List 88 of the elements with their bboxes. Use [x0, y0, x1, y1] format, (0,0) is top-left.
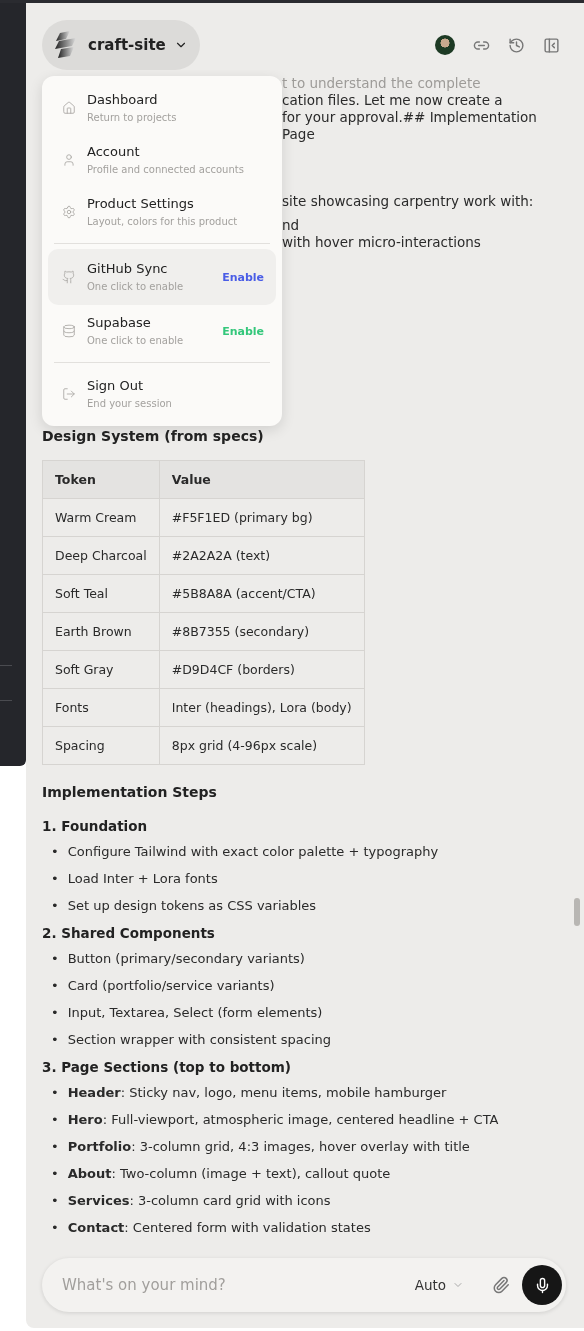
- menu-item-subtitle: End your session: [87, 397, 173, 410]
- table-cell: #8B7355 (secondary): [159, 612, 365, 651]
- bullet: •: [51, 843, 59, 861]
- menu-item[interactable]: Supabase One click to enable Enable: [48, 305, 276, 357]
- bullet: •: [51, 1192, 59, 1210]
- table-cell: #2A2A2A (text): [159, 536, 365, 575]
- bullet: •: [51, 897, 59, 915]
- menu-item-subtitle: Return to projects: [87, 111, 178, 124]
- user-icon: [62, 153, 76, 167]
- menu-item-subtitle: One click to enable: [87, 334, 185, 347]
- bullet: •: [51, 1165, 59, 1183]
- message-text: t to understand the complete: [282, 74, 482, 93]
- mode-selector[interactable]: Auto: [408, 1276, 470, 1294]
- message-text: Page: [282, 125, 316, 144]
- menu-item-title: Dashboard: [87, 92, 159, 108]
- sign-out-icon: [62, 387, 76, 401]
- table-cell: Deep Charcoal: [42, 536, 160, 575]
- list-item: Load Inter + Lora fonts: [67, 870, 218, 888]
- table-cell: Spacing: [42, 726, 160, 765]
- bullet: •: [51, 1219, 59, 1237]
- message-text: cation files. Let me now create a: [282, 91, 504, 110]
- bullet: •: [51, 1084, 59, 1102]
- list-item: Configure Tailwind with exact color palette + typography: [67, 843, 439, 861]
- message-text: nd: [282, 216, 301, 235]
- menu-item-subtitle: Layout, colors for this product: [87, 215, 239, 228]
- message-text: with hover micro-interactions: [282, 233, 482, 252]
- table-cell: #5B8A8A (accent/CTA): [159, 574, 365, 613]
- table-cell: Soft Teal: [42, 574, 160, 613]
- list-item: Button (primary/secondary variants): [67, 950, 305, 968]
- section-heading: Design System (from specs): [42, 427, 265, 446]
- panel-collapse-icon[interactable]: [543, 36, 560, 54]
- menu-item-subtitle: Profile and connected accounts: [87, 163, 245, 176]
- table-cell: Inter (headings), Lora (body): [159, 688, 365, 727]
- bullet: •: [51, 870, 59, 888]
- menu-item-title: Account: [87, 144, 141, 160]
- bullet: •: [51, 977, 59, 995]
- scrollbar-thumb[interactable]: [574, 898, 580, 926]
- bullet: •: [51, 1004, 59, 1022]
- menu-item[interactable]: Dashboard Return to projects: [48, 82, 276, 134]
- bullet: •: [51, 1031, 59, 1049]
- microphone-button[interactable]: [522, 1265, 562, 1305]
- list-item: Contact: Centered form with validation states: [67, 1219, 371, 1237]
- step-heading: 1. Foundation: [42, 817, 149, 836]
- list-item: Services: 3-column card grid with icons: [67, 1192, 331, 1210]
- message-input[interactable]: What's on your mind? Auto: [42, 1258, 566, 1312]
- menu-item-title: GitHub Sync: [87, 261, 169, 277]
- bullet: •: [51, 1111, 59, 1129]
- paperclip-icon[interactable]: [492, 1276, 510, 1294]
- table-cell: Earth Brown: [42, 612, 160, 651]
- menu-item[interactable]: Account Profile and connected accounts: [48, 134, 276, 186]
- list-item: Set up design tokens as CSS variables: [67, 897, 317, 915]
- table-cell: 8px grid (4-96px scale): [159, 726, 365, 765]
- menu-item-title: Product Settings: [87, 196, 195, 212]
- step-heading: 3. Page Sections (top to bottom): [42, 1058, 292, 1077]
- bullet: •: [51, 950, 59, 968]
- list-item: Input, Textarea, Select (form elements): [67, 1004, 323, 1022]
- list-item: About: Two-column (image + text), callout quote: [67, 1165, 391, 1183]
- list-item: Portfolio: 3-column grid, 4:3 images, hover overlay with title: [67, 1138, 470, 1156]
- menu-item[interactable]: Product Settings Layout, colors for this product: [48, 186, 276, 238]
- history-icon[interactable]: [508, 36, 525, 54]
- menu-item-title: Sign Out: [87, 378, 145, 394]
- project-switcher[interactable]: craft-site: [42, 20, 200, 70]
- message-text: site showcasing carpentry work with:: [282, 192, 535, 211]
- list-item: Hero: Full-viewport, atmospheric image, centered headline + CTA: [67, 1111, 499, 1129]
- menu-item-title: Supabase: [87, 315, 152, 331]
- message-text: for your approval.## Implementation: [282, 108, 537, 127]
- bullet: •: [51, 1138, 59, 1156]
- table-cell: #F5F1ED (primary bg): [159, 498, 365, 537]
- list-item: Section wrapper with consistent spacing: [67, 1031, 332, 1049]
- home-icon: [62, 101, 76, 115]
- table-cell: Fonts: [42, 688, 160, 727]
- table-cell: Soft Gray: [42, 650, 160, 689]
- menu-item-subtitle: One click to enable: [87, 280, 185, 293]
- enable-link[interactable]: Enable: [222, 270, 264, 284]
- list-item: Header: Sticky nav, logo, menu items, mobile hamburger: [67, 1084, 447, 1102]
- table-header-cell: Token: [42, 460, 160, 499]
- table-header-cell: Value: [159, 460, 365, 499]
- list-item: Card (portfolio/service variants): [67, 977, 275, 995]
- settings-icon: [62, 205, 76, 219]
- table-cell: Warm Cream: [42, 498, 160, 537]
- database-icon: [62, 324, 76, 338]
- menu-item[interactable]: Sign Out End your session: [48, 368, 276, 420]
- section-heading: Implementation Steps: [42, 783, 218, 802]
- github-icon: [62, 270, 76, 284]
- step-heading: 2. Shared Components: [42, 924, 216, 943]
- menu-item[interactable]: GitHub Sync One click to enable Enable: [48, 249, 276, 305]
- table-cell: #D9D4CF (borders): [159, 650, 365, 689]
- avatar[interactable]: [435, 35, 455, 55]
